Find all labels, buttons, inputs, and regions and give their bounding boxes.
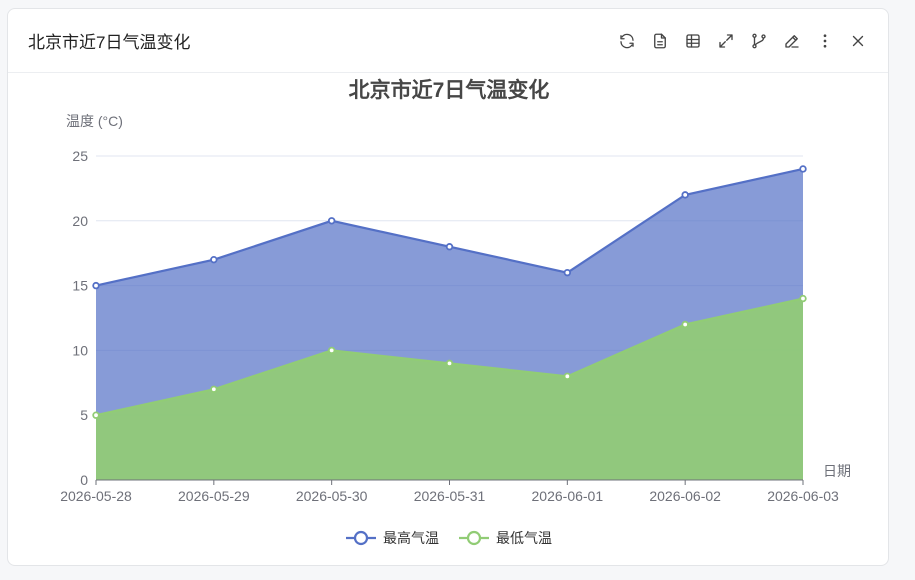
y-tick-label: 15 bbox=[72, 278, 88, 294]
expand-icon[interactable] bbox=[709, 26, 742, 56]
data-point[interactable] bbox=[563, 372, 572, 381]
legend-label: 最高气温 bbox=[383, 530, 439, 546]
x-tick-label: 2026-05-30 bbox=[296, 488, 368, 504]
legend-swatch-marker bbox=[353, 530, 369, 546]
x-axis-label: 日期 bbox=[823, 463, 851, 479]
table-icon[interactable] bbox=[676, 26, 709, 56]
legend-swatch-marker bbox=[466, 530, 482, 546]
data-point[interactable] bbox=[799, 165, 807, 173]
y-tick-label: 5 bbox=[80, 407, 88, 423]
data-point[interactable] bbox=[327, 346, 336, 355]
y-tick-label: 0 bbox=[80, 472, 88, 488]
data-point[interactable] bbox=[445, 359, 454, 368]
data-point[interactable] bbox=[799, 294, 807, 303]
edit-icon[interactable] bbox=[775, 26, 808, 56]
close-icon[interactable] bbox=[841, 26, 874, 56]
chart-area: 北京市近7日气温变化 温度 (°C) 日期 0 5 10 15 20 25 2026-05-… bbox=[8, 73, 890, 567]
more-icon[interactable] bbox=[808, 26, 841, 56]
y-axis-label: 温度 (°C) bbox=[66, 113, 123, 129]
legend-item-1[interactable]: 最高气温 bbox=[346, 530, 439, 546]
data-point[interactable] bbox=[92, 411, 100, 419]
x-tick-label: 2026-05-29 bbox=[178, 488, 250, 504]
data-point[interactable] bbox=[210, 255, 218, 264]
data-point[interactable] bbox=[327, 217, 336, 225]
temperature-chart: 北京市近7日气温变化 温度 (°C) 日期 0 5 10 15 20 25 2026-05-… bbox=[60, 78, 851, 546]
card-title: 北京市近7日气温变化 bbox=[28, 33, 191, 52]
chart-card: 北京市近7日气温变化 北京市近7日气温变化 温度 (°C) 日期 0 5 10 … bbox=[7, 8, 889, 566]
y-tick-label: 10 bbox=[72, 342, 88, 358]
chart-title: 北京市近7日气温变化 bbox=[349, 78, 550, 102]
x-tick-label: 2026-06-01 bbox=[532, 488, 604, 504]
data-point[interactable] bbox=[210, 385, 218, 393]
x-tick-label: 2026-06-02 bbox=[649, 488, 721, 504]
refresh-icon[interactable] bbox=[610, 26, 643, 56]
branch-icon[interactable] bbox=[742, 26, 775, 56]
x-tick-label: 2026-06-03 bbox=[767, 488, 839, 504]
document-icon[interactable] bbox=[643, 26, 676, 56]
data-point[interactable] bbox=[563, 268, 572, 277]
x-tick-label: 2026-05-28 bbox=[60, 488, 132, 504]
y-tick-label: 25 bbox=[72, 148, 88, 164]
toolbar bbox=[610, 26, 874, 56]
y-tick-label: 20 bbox=[72, 213, 88, 229]
card-header: 北京市近7日气温变化 bbox=[8, 9, 888, 73]
x-tick-label: 2026-05-31 bbox=[414, 488, 486, 504]
legend-item-2[interactable]: 最低气温 bbox=[459, 530, 552, 546]
data-point[interactable] bbox=[681, 320, 689, 329]
data-point[interactable] bbox=[92, 281, 100, 290]
data-point[interactable] bbox=[681, 191, 689, 199]
legend-label: 最低气温 bbox=[496, 530, 552, 546]
data-point[interactable] bbox=[445, 243, 454, 251]
